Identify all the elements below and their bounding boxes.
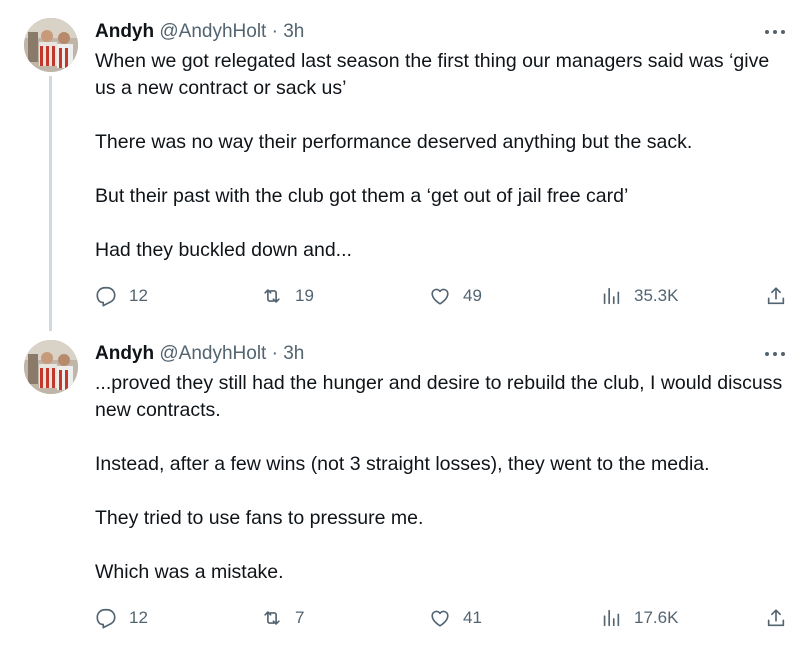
heart-icon — [431, 288, 449, 305]
heart-icon — [431, 610, 449, 627]
share-button[interactable] — [765, 605, 787, 631]
tweet-paragraph: They tried to use fans to pressure me. — [95, 507, 424, 529]
user-handle[interactable]: @AndyhHolt — [159, 343, 266, 364]
separator-dot: · — [271, 21, 278, 42]
reply-count: 12 — [129, 286, 148, 305]
view-count: 17.6K — [634, 608, 679, 627]
tweet[interactable]: Andyh @AndyhHolt · 3h ...proved they sti… — [0, 328, 810, 654]
avatar-image — [24, 18, 78, 72]
tweet-paragraph: Had they buckled down and... — [95, 239, 352, 261]
share-icon — [767, 609, 785, 627]
thread-line — [49, 76, 52, 331]
avatar[interactable] — [24, 18, 78, 72]
like-count: 49 — [463, 286, 482, 305]
action-bar: 12 19 49 35.3K — [95, 283, 795, 309]
avatar-image — [24, 340, 78, 394]
retweet-button[interactable]: 7 — [261, 605, 304, 631]
tweet-header: Andyh @AndyhHolt · 3h — [95, 20, 304, 44]
like-button[interactable]: 41 — [429, 605, 482, 631]
tweet-paragraph: Which was a mistake. — [95, 561, 284, 583]
retweet-count: 19 — [295, 286, 314, 305]
avatar[interactable] — [24, 340, 78, 394]
tweet-paragraph: Instead, after a few wins (not 3 straigh… — [95, 453, 710, 475]
views-icon — [603, 287, 620, 305]
views-icon — [603, 609, 620, 627]
display-name[interactable]: Andyh — [95, 343, 154, 364]
tweet-text: When we got relegated last season the fi… — [95, 48, 785, 264]
timestamp[interactable]: 3h — [283, 343, 304, 364]
like-count: 41 — [463, 608, 482, 627]
tweet-paragraph: There was no way their performance deser… — [95, 131, 693, 153]
tweet-paragraph: ...proved they still had the hunger and … — [95, 372, 783, 421]
views-button[interactable]: 17.6K — [600, 605, 678, 631]
share-icon — [767, 287, 785, 305]
retweet-count: 7 — [295, 608, 305, 627]
retweet-button[interactable]: 19 — [261, 283, 314, 309]
tweet-paragraph: But their past with the club got them a … — [95, 185, 629, 207]
separator-dot: · — [271, 343, 278, 364]
like-button[interactable]: 49 — [429, 283, 482, 309]
tweet[interactable]: Andyh @AndyhHolt · 3h When we got relega… — [0, 0, 810, 331]
share-button[interactable] — [765, 283, 787, 309]
reply-icon — [96, 286, 116, 307]
timestamp[interactable]: 3h — [283, 21, 304, 42]
reply-button[interactable]: 12 — [95, 605, 148, 631]
retweet-icon — [264, 611, 280, 625]
retweet-icon — [264, 289, 280, 303]
tweet-text: ...proved they still had the hunger and … — [95, 370, 785, 586]
reply-button[interactable]: 12 — [95, 283, 148, 309]
reply-count: 12 — [129, 608, 148, 627]
more-icon[interactable] — [762, 22, 788, 42]
reply-icon — [96, 608, 116, 629]
tweet-paragraph: When we got relegated last season the fi… — [95, 50, 770, 99]
user-handle[interactable]: @AndyhHolt — [159, 21, 266, 42]
views-button[interactable]: 35.3K — [600, 283, 678, 309]
view-count: 35.3K — [634, 286, 679, 305]
more-icon[interactable] — [762, 344, 788, 364]
tweet-header: Andyh @AndyhHolt · 3h — [95, 342, 304, 366]
action-bar: 12 7 41 17.6K — [95, 605, 795, 631]
display-name[interactable]: Andyh — [95, 21, 154, 42]
